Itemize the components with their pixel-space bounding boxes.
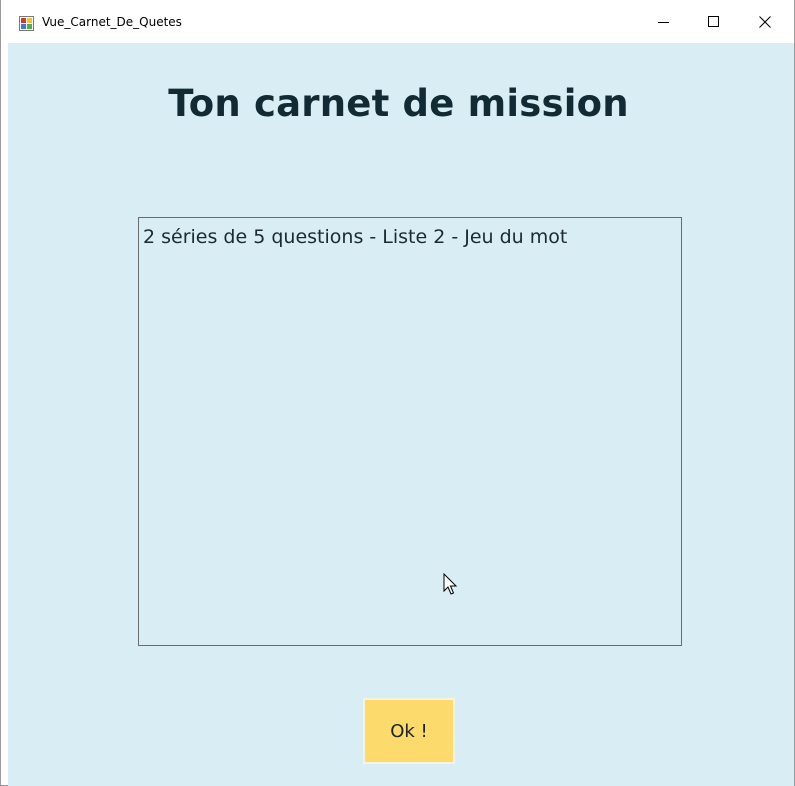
ok-button[interactable]: Ok ! (363, 698, 455, 764)
close-icon (759, 15, 771, 28)
close-button[interactable] (742, 0, 788, 43)
window-title: Vue_Carnet_De_Quetes (42, 15, 182, 29)
maximize-button[interactable] (691, 0, 737, 43)
list-item[interactable]: 2 séries de 5 questions - Liste 2 - Jeu … (143, 226, 567, 248)
app-icon (19, 16, 34, 31)
title-bar[interactable]: Vue_Carnet_De_Quetes (1, 0, 794, 43)
app-window: Vue_Carnet_De_Quetes Ton carnet de missi… (0, 0, 795, 786)
page-title: Ton carnet de mission (168, 82, 629, 125)
maximize-icon (708, 15, 719, 27)
mouse-cursor-icon (443, 573, 458, 595)
minimize-button[interactable] (641, 0, 687, 43)
minimize-icon (658, 21, 669, 23)
mission-list[interactable]: 2 séries de 5 questions - Liste 2 - Jeu … (138, 217, 682, 646)
